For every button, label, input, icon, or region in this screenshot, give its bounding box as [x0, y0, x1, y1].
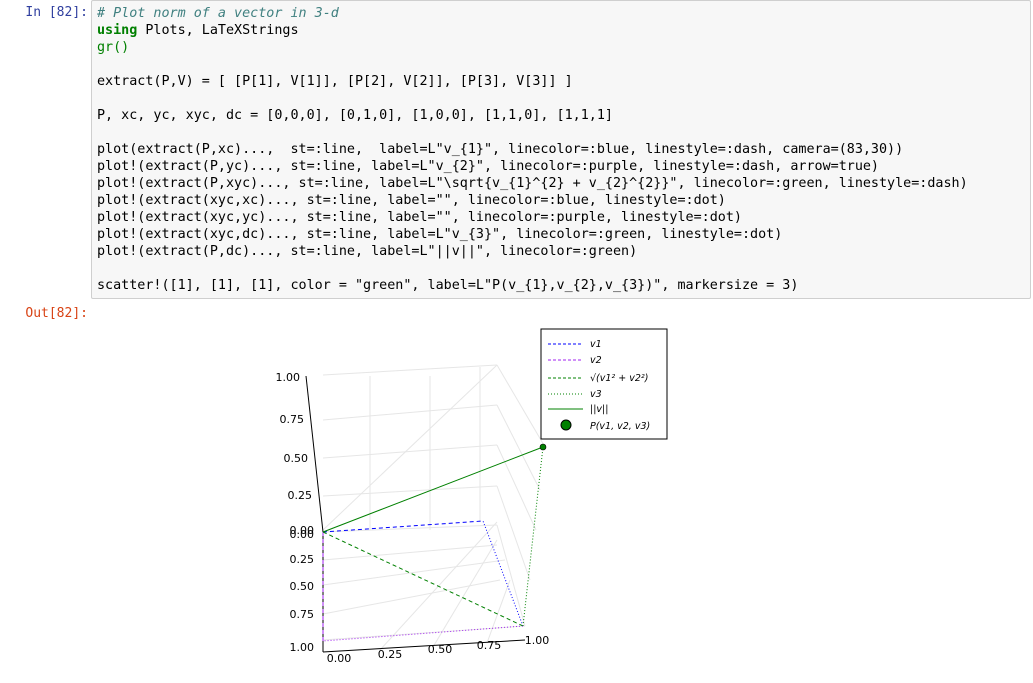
tick-label: 0.00 — [290, 528, 315, 541]
point-P — [539, 443, 547, 451]
code-line-plot-4: plot!(extract(xyc,xc)..., st=:line, labe… — [97, 193, 726, 208]
tick-label: 0.75 — [280, 413, 305, 426]
legend-label-v2: v2 — [590, 355, 602, 366]
legend-marker-P — [560, 419, 572, 431]
input-prompt: In [82]: — [25, 5, 88, 20]
code-line-plot-6: plot!(extract(xyc,dc)..., st=:line, labe… — [97, 227, 783, 242]
legend-label-v3: v3 — [590, 389, 602, 400]
tick-label: 0.25 — [378, 648, 403, 661]
tick-label: 0.50 — [290, 580, 315, 593]
legend-label-norm: ||v|| — [590, 404, 608, 415]
tick-label: 0.00 — [327, 652, 352, 665]
tick-label: 0.50 — [428, 643, 453, 656]
plot-3d: 1.00 0.75 0.50 0.25 0.00 0.00 0.25 0.50 … — [276, 328, 668, 665]
code-line-plot-2: plot!(extract(P,yc)..., st=:line, label=… — [97, 159, 879, 174]
code-line-plot-3: plot!(extract(P,xyc)..., st=:line, label… — [97, 176, 968, 191]
code-line-gr: gr() — [97, 40, 130, 55]
tick-label: 0.25 — [290, 553, 315, 566]
tick-label: 0.75 — [477, 639, 502, 652]
code-line-scatter: scatter!([1], [1], [1], color = "green",… — [97, 278, 799, 293]
legend-label-P: P(v1, v2, v3) — [590, 421, 650, 432]
tick-label: 1.00 — [290, 641, 315, 654]
code-cell-input[interactable]: # Plot norm of a vector in 3-d using Plo… — [91, 0, 1031, 299]
tick-label: 0.75 — [290, 608, 315, 621]
code-line-using: using Plots, LaTeXStrings — [97, 23, 299, 38]
tick-label: 0.50 — [284, 452, 309, 465]
vertical-tick-labels: 1.00 0.75 0.50 0.25 0.00 0.00 0.25 0.50 … — [276, 371, 315, 654]
tick-label: 0.25 — [288, 489, 313, 502]
plot-series — [322, 446, 544, 642]
legend-label-v1: v1 — [590, 339, 602, 350]
code-line-plot-7: plot!(extract(P,dc)..., st=:line, label=… — [97, 244, 638, 259]
plot-output: 1.00 0.75 0.50 0.25 0.00 0.00 0.25 0.50 … — [0, 300, 1033, 679]
plot-grid — [322, 364, 546, 651]
code-line-plot-1: plot(extract(P,xc)..., st=:line, label=L… — [97, 142, 904, 157]
series-v3 — [522, 446, 544, 627]
code-line-extract: extract(P,V) = [ [P[1], V[1]], [P[2], V[… — [97, 74, 573, 89]
code-line-assign: P, xc, yc, xyc, dc = [0,0,0], [0,1,0], [… — [97, 108, 613, 123]
tick-label: 1.00 — [276, 371, 301, 384]
legend: v1 v2 √(v1² + v2²) v3 ||v|| P(v1, v2, v3… — [540, 328, 668, 440]
series-norm — [322, 446, 544, 533]
code-line-plot-5: plot!(extract(xyc,yc)..., st=:line, labe… — [97, 210, 742, 225]
legend-label-sqrt: √(v1² + v2²) — [590, 373, 648, 384]
tick-label: 1.00 — [525, 634, 550, 647]
code-line-comment: # Plot norm of a vector in 3-d — [97, 6, 339, 21]
